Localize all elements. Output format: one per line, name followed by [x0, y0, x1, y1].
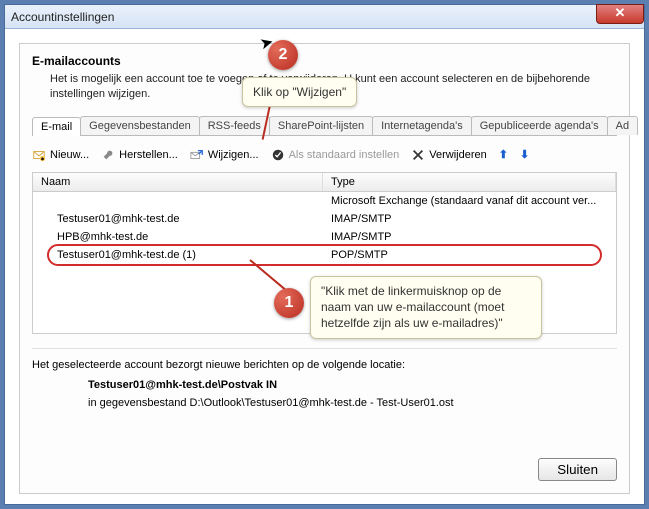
tab-address-books[interactable]: Ad [607, 116, 638, 135]
account-type-cell: Microsoft Exchange (standaard vanaf dit … [323, 194, 616, 208]
move-down-button[interactable]: ⬇ [520, 148, 529, 161]
column-name-header[interactable]: Naam [33, 173, 323, 191]
dialog-body: E-mailaccounts Het is mogelijk een accou… [5, 29, 644, 504]
tab-strip: E-mail Gegevensbestanden RSS-feeds Share… [32, 116, 617, 136]
svg-text:✱: ✱ [41, 156, 45, 161]
account-name-cell: Testuser01@mhk-test.de [33, 212, 323, 226]
tab-published-calendars[interactable]: Gepubliceerde agenda's [471, 116, 608, 135]
tab-internet-calendars[interactable]: Internetagenda's [372, 116, 472, 135]
remove-icon [411, 148, 425, 162]
titlebar: Accountinstellingen ✕ [5, 5, 644, 29]
arrow-up-icon: ⬆ [499, 148, 508, 161]
delivery-location-section: Het geselecteerde account bezorgt nieuwe… [32, 348, 617, 409]
toolbar: ✱ Nieuw... Herstellen... Wijzigen... [32, 146, 617, 164]
table-row-selected[interactable]: Testuser01@mhk-test.de (1) POP/SMTP [33, 246, 616, 264]
default-icon [271, 148, 285, 162]
annotation-tooltip-1: "Klik met de linkermuisknop op de naam v… [310, 276, 542, 339]
account-settings-window: Accountinstellingen ✕ ➤ E-mailaccounts H… [4, 4, 645, 505]
change-button[interactable]: Wijzigen... [190, 148, 259, 162]
section-title: E-mailaccounts [32, 54, 617, 68]
set-default-button[interactable]: Als standaard instellen [271, 148, 400, 162]
tab-data-files[interactable]: Gegevensbestanden [80, 116, 200, 135]
table-row[interactable]: Microsoft Exchange (standaard vanaf dit … [33, 192, 616, 210]
repair-icon [101, 148, 115, 162]
new-icon: ✱ [32, 148, 46, 162]
delivery-datafile: in gegevensbestand D:\Outlook\Testuser01… [88, 397, 617, 409]
annotation-tooltip-2: Klik op "Wijzigen" [242, 77, 357, 107]
tab-email[interactable]: E-mail [32, 117, 81, 136]
account-type-cell: IMAP/SMTP [323, 212, 616, 226]
window-title: Accountinstellingen [11, 10, 114, 24]
change-icon [190, 148, 204, 162]
remove-button[interactable]: Verwijderen [411, 148, 486, 162]
new-account-button[interactable]: ✱ Nieuw... [32, 148, 89, 162]
table-row[interactable]: Testuser01@mhk-test.de IMAP/SMTP [33, 210, 616, 228]
column-type-header[interactable]: Type [323, 173, 616, 191]
account-name-cell [33, 194, 323, 208]
account-name-cell: Testuser01@mhk-test.de (1) [33, 248, 323, 262]
delivery-intro: Het geselecteerde account bezorgt nieuwe… [32, 359, 617, 371]
close-button[interactable]: Sluiten [538, 458, 617, 481]
tab-sharepoint-lists[interactable]: SharePoint-lijsten [269, 116, 373, 135]
delivery-folder: Testuser01@mhk-test.de\Postvak IN [88, 379, 617, 391]
account-type-cell: POP/SMTP [323, 248, 616, 262]
repair-button[interactable]: Herstellen... [101, 148, 178, 162]
close-icon: ✕ [615, 5, 626, 20]
annotation-badge-1: 1 [274, 288, 304, 318]
move-up-button[interactable]: ⬆ [499, 148, 508, 161]
list-header: Naam Type [33, 173, 616, 192]
tab-rss-feeds[interactable]: RSS-feeds [199, 116, 270, 135]
account-type-cell: IMAP/SMTP [323, 230, 616, 244]
dialog-footer: Sluiten [32, 446, 617, 481]
content-panel: E-mailaccounts Het is mogelijk een accou… [19, 43, 630, 494]
window-close-button[interactable]: ✕ [596, 4, 644, 24]
arrow-down-icon: ⬇ [520, 148, 529, 161]
account-name-cell: HPB@mhk-test.de [33, 230, 323, 244]
table-row[interactable]: HPB@mhk-test.de IMAP/SMTP [33, 228, 616, 246]
